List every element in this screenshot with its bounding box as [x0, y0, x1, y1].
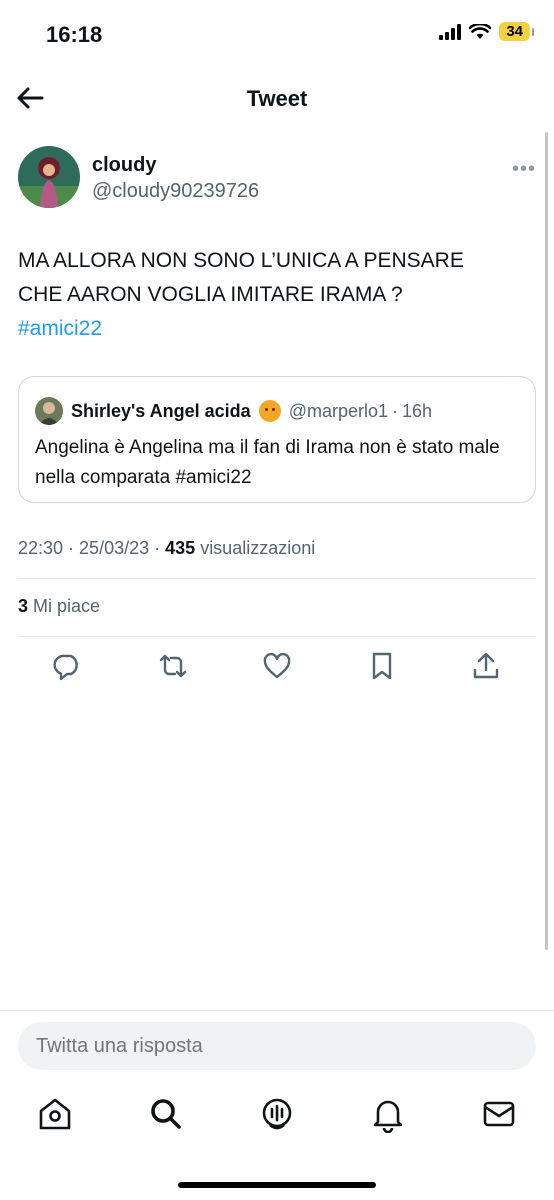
quoted-text: Angelina è Angelina ma il fan di Irama n…	[35, 437, 500, 488]
tweet-author: cloudy @cloudy90239726 •••	[18, 146, 536, 212]
more-options-icon[interactable]: •••	[512, 158, 536, 181]
author-handle[interactable]: @cloudy90239726	[92, 180, 259, 203]
home-indicator[interactable]	[178, 1182, 376, 1188]
status-bar: 16:18 34	[0, 0, 554, 70]
divider	[18, 636, 536, 637]
views-label: visualizzazioni	[200, 538, 316, 558]
reply-divider	[0, 1010, 554, 1011]
separator-dot: ·	[392, 400, 398, 421]
tweet-text-line: MA ALLORA NON SONO L’UNICA A PENSARE	[18, 249, 464, 272]
angry-face-emoji-icon	[258, 400, 281, 422]
divider	[18, 578, 536, 579]
tweet-date: 25/03/23	[79, 538, 150, 558]
reply-icon[interactable]	[52, 650, 84, 682]
likes-count: 3	[18, 596, 29, 616]
home-icon[interactable]	[36, 1095, 74, 1133]
notifications-icon[interactable]	[369, 1095, 407, 1133]
quoted-tweet[interactable]: Shirley's Angel acida @marperlo1 · 16h A…	[18, 376, 536, 503]
status-icons: 34	[439, 22, 534, 41]
views-count: 435	[165, 538, 196, 558]
tweet-actions	[52, 650, 502, 684]
avatar[interactable]	[18, 146, 80, 208]
reply-input[interactable]	[18, 1022, 536, 1070]
share-icon[interactable]	[470, 650, 502, 682]
page-title: Tweet	[246, 86, 308, 111]
quoted-time: 16h	[402, 400, 433, 421]
like-icon[interactable]	[261, 650, 293, 682]
spaces-icon[interactable]	[258, 1095, 296, 1133]
tweet-text: MA ALLORA NON SONO L’UNICA A PENSARE CHE…	[18, 244, 530, 346]
quoted-tweet-header: Shirley's Angel acida @marperlo1 · 16h	[35, 397, 523, 425]
retweet-icon[interactable]	[157, 650, 189, 682]
bottom-tab-bar	[36, 1095, 518, 1139]
search-icon[interactable]	[147, 1095, 185, 1133]
header: Tweet	[0, 72, 554, 128]
hashtag-link[interactable]: #amici22	[18, 312, 530, 346]
tweet-time: 22:30	[18, 538, 64, 558]
likes-row[interactable]: 3 Mi piace	[18, 596, 100, 617]
cellular-signal-icon	[439, 23, 462, 40]
author-name[interactable]: cloudy	[92, 154, 156, 177]
quoted-author-handle: @marperlo1	[288, 400, 388, 421]
battery-indicator: 34	[499, 22, 534, 41]
likes-label: Mi piace	[33, 596, 101, 616]
bookmark-icon[interactable]	[366, 650, 398, 682]
wifi-icon	[469, 23, 492, 39]
status-time: 16:18	[46, 22, 103, 47]
scrollbar[interactable]	[545, 132, 548, 950]
quoted-avatar	[35, 397, 63, 425]
tweet-text-line: CHE AARON VOGLIA IMITARE IRAMA ?	[18, 283, 403, 306]
quoted-author-name: Shirley's Angel acida	[71, 400, 251, 421]
messages-icon[interactable]	[480, 1095, 518, 1133]
tweet-meta: 22:30 · 25/03/23 · 435 visualizzazioni	[18, 538, 316, 558]
